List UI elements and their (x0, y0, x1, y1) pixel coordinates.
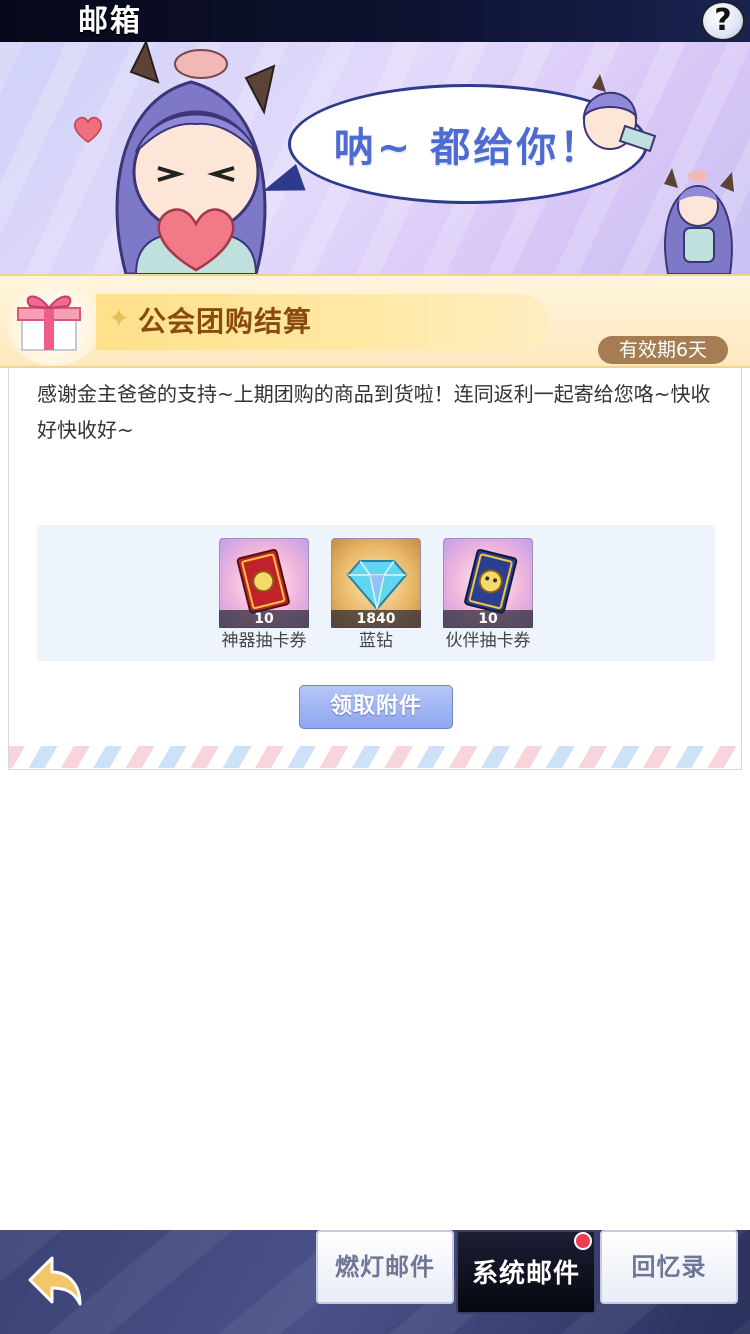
mail-content-card: 感谢金主爸爸的支持~上期团购的商品到货啦！连同返利一起寄给您咯~快收好快收好~ … (8, 368, 742, 770)
expiry-badge: 有效期6天 (598, 336, 728, 364)
back-arrow-icon[interactable] (22, 1250, 92, 1314)
attachment-item[interactable]: 10 伙伴抽卡券 (443, 538, 533, 651)
bottom-nav-bar: 燃灯邮件 系统邮件 回忆录 (0, 1230, 750, 1334)
attachment-name: 神器抽卡券 (221, 631, 307, 651)
attachment-list: 10 神器抽卡券 1840 蓝钻 10 伙伴抽卡券 (37, 525, 715, 661)
mail-header: ✦ 公会团购结算 有效期6天 (0, 274, 750, 368)
mail-subject: 公会团购结算 (138, 305, 313, 338)
page-title: 邮箱 (78, 4, 142, 39)
help-button[interactable]: ? (701, 1, 745, 41)
mail-banner: 呐~ 都给你！ (0, 42, 750, 274)
attachment-count: 10 (219, 610, 309, 628)
top-bar: 邮箱 ? (0, 0, 750, 42)
attachment-count: 1840 (331, 610, 421, 628)
notification-dot (574, 1232, 592, 1250)
chibi-girl-illustration (115, 42, 276, 274)
attachment-item[interactable]: 10 神器抽卡券 (219, 538, 309, 651)
attachment-count: 10 (443, 610, 533, 628)
sparkle-icon: ✦ (108, 304, 130, 334)
gift-box-icon (17, 295, 81, 351)
attachment-name: 蓝钻 (359, 631, 393, 651)
attachment-name: 伙伴抽卡券 (445, 631, 531, 651)
attachment-item[interactable]: 1840 蓝钻 (331, 538, 421, 651)
claim-attachments-button[interactable]: 领取附件 (299, 685, 453, 729)
airmail-border (9, 746, 741, 768)
chibi-girl-small-illustration (582, 74, 657, 153)
tab-lantern-mail[interactable]: 燃灯邮件 (316, 1230, 454, 1304)
speech-text: 呐~ 都给你！ (333, 125, 603, 171)
tab-memoir[interactable]: 回忆录 (600, 1230, 738, 1304)
chibi-girl-standing-illustration (664, 168, 734, 274)
mail-body-text: 感谢金主爸爸的支持~上期团购的商品到货啦！连同返利一起寄给您咯~快收好快收好~ (37, 382, 711, 442)
